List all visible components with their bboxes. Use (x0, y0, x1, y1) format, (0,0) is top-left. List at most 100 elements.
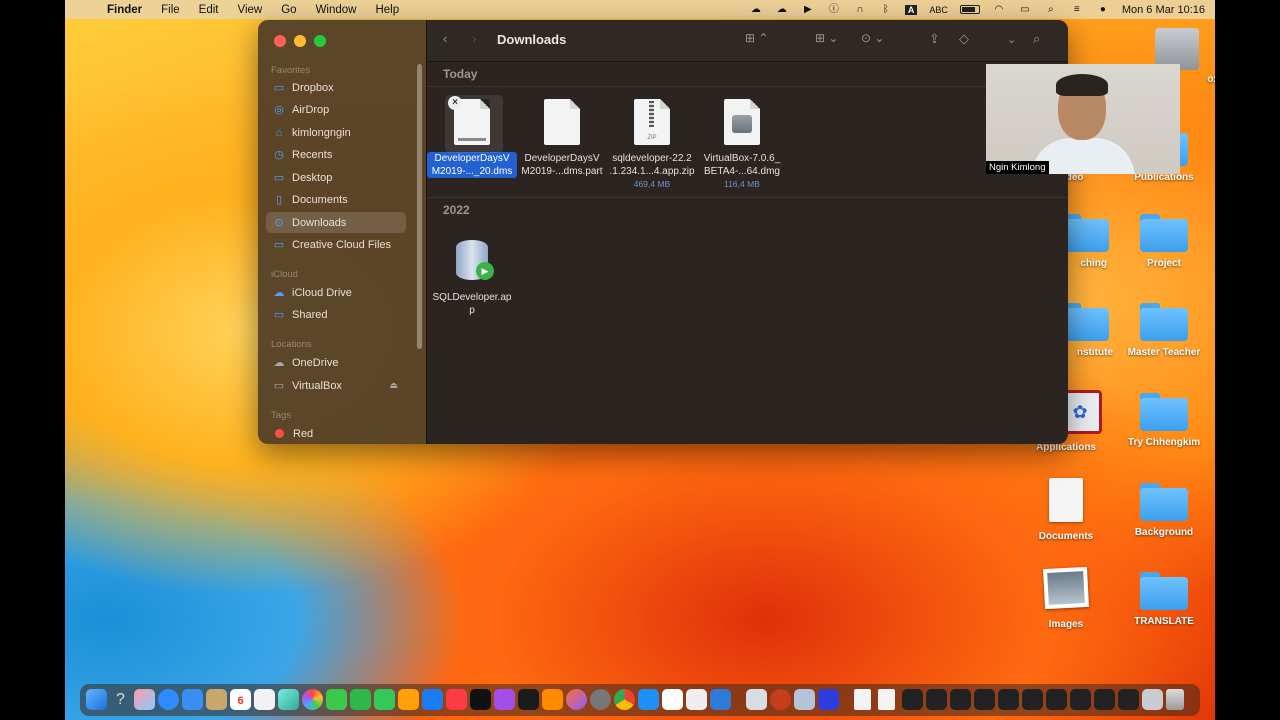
group-by-icon[interactable]: ⊞ ⌄ (815, 31, 838, 45)
chevron-down-icon[interactable]: ⌄ (1007, 33, 1016, 46)
teams-dock-icon[interactable] (710, 689, 731, 710)
search-icon[interactable]: ⌕ (1033, 31, 1040, 47)
minimize-window-button[interactable] (294, 35, 306, 47)
numbers-dock-icon[interactable] (374, 689, 395, 710)
minimized-window-dock-icon[interactable] (1118, 689, 1139, 710)
bluetooth-icon[interactable]: ᛒ (879, 4, 893, 15)
facetime-dock-icon[interactable] (350, 689, 371, 710)
file-item[interactable]: DeveloperDaysV M2019-...dms.part (517, 99, 607, 178)
info-icon[interactable]: ⓘ (827, 4, 841, 15)
desktop-folder-project[interactable]: Project (1118, 214, 1210, 269)
keyboard-layout-icon[interactable]: A (904, 4, 918, 15)
reminders-dock-icon[interactable] (254, 689, 275, 710)
downloads-stack-dock-icon[interactable] (1142, 689, 1163, 710)
tag-icon[interactable]: ◇ (959, 31, 969, 47)
view-mode-icon[interactable]: ⊞ ⌃ (745, 31, 768, 45)
sidebar-item-tag-red[interactable]: Red (266, 423, 406, 444)
mail-dock-icon[interactable] (182, 689, 203, 710)
finder-dock-icon[interactable] (86, 689, 107, 710)
siri-icon[interactable]: ● (1096, 4, 1110, 15)
minimized-window-dock-icon[interactable] (1022, 689, 1043, 710)
eject-icon[interactable]: ⏏ (389, 380, 398, 391)
music-dock-icon[interactable] (446, 689, 467, 710)
menu-app-name[interactable]: Finder (107, 4, 142, 16)
play-icon[interactable]: ▶ (801, 4, 815, 15)
desktop-folder-try-chhengkim[interactable]: Try Chhengkim (1118, 393, 1210, 448)
virtualbox-dock-icon[interactable] (746, 689, 767, 710)
menu-edit[interactable]: Edit (199, 4, 219, 16)
sidebar-item-documents[interactable]: ▯ Documents (266, 189, 406, 210)
calendar-dock-icon[interactable]: 6 (230, 689, 251, 710)
minimized-window-dock-icon[interactable] (974, 689, 995, 710)
menu-view[interactable]: View (238, 4, 263, 16)
file-item[interactable]: ZIP sqldeveloper-22.2.1.234.1...4.app.zi… (607, 99, 697, 189)
sql-developer-dock-icon[interactable] (794, 689, 815, 710)
desktop-folder-master-teacher[interactable]: Master Teacher (1118, 303, 1210, 358)
creative-cloud-icon[interactable]: ☁ (749, 4, 763, 15)
sidebar-item-downloads[interactable]: ⊙ Downloads (266, 212, 406, 233)
clock[interactable]: Mon 6 Mar 10:16 (1122, 4, 1205, 16)
control-center-icon[interactable]: ≡ (1070, 4, 1084, 15)
file-item[interactable]: ▶ SQLDeveloper.ap p (427, 238, 517, 317)
close-window-button[interactable] (274, 35, 286, 47)
notes-dock-icon[interactable] (206, 689, 227, 710)
desktop-folder-background[interactable]: Background (1118, 483, 1210, 538)
menu-help[interactable]: Help (375, 4, 399, 16)
sidebar-item-recents[interactable]: ◷ Recents (266, 144, 406, 165)
sidebar-item-airdrop[interactable]: ◎ AirDrop (266, 99, 406, 120)
sidebar-item-shared[interactable]: ▭ Shared (266, 304, 406, 325)
menu-file[interactable]: File (161, 4, 180, 16)
app-store-dock-icon[interactable] (638, 689, 659, 710)
sidebar-item-icloud-drive[interactable]: ☁ iCloud Drive (266, 282, 406, 303)
input-source-label[interactable]: ABC (929, 5, 948, 15)
display-icon[interactable]: ▭ (1018, 4, 1032, 15)
minimized-window-dock-icon[interactable] (1094, 689, 1115, 710)
minimized-window-dock-icon[interactable] (926, 689, 947, 710)
document-dock-icon[interactable] (878, 689, 895, 710)
sidebar-item-virtualbox[interactable]: ▭ VirtualBox ⏏ (266, 375, 406, 396)
tv-dock-icon[interactable] (470, 689, 491, 710)
sidebar-item-home[interactable]: ⌂ kimlongngin (266, 122, 406, 143)
menu-go[interactable]: Go (281, 4, 296, 16)
sidebar-item-desktop[interactable]: ▭ Desktop (266, 167, 406, 188)
sidebar-item-dropbox[interactable]: ▭ Dropbox (266, 77, 406, 98)
help-dock-icon[interactable]: ? (110, 689, 131, 710)
photos-dock-icon[interactable] (302, 689, 323, 710)
firefox-dock-icon[interactable] (566, 689, 587, 710)
powerpoint-dock-icon[interactable] (770, 689, 791, 710)
minimized-window-dock-icon[interactable] (998, 689, 1019, 710)
desktop-documents[interactable]: Documents (1020, 478, 1112, 542)
trash-dock-icon[interactable] (1166, 689, 1184, 710)
file-item[interactable]: × DeveloperDaysV M2019-..._20.dms (427, 95, 517, 178)
safari-dock-icon[interactable] (158, 689, 179, 710)
sidebar-item-onedrive[interactable]: ☁ OneDrive (266, 352, 406, 373)
maps-dock-icon[interactable] (278, 689, 299, 710)
wifi-icon[interactable]: ◠ (992, 4, 1006, 15)
cancel-download-icon[interactable]: × (448, 96, 462, 110)
minimized-window-dock-icon[interactable] (950, 689, 971, 710)
messages-dock-icon[interactable] (326, 689, 347, 710)
sidebar-scrollbar[interactable] (417, 64, 422, 349)
desktop-images[interactable]: Images (1020, 566, 1112, 630)
keynote-dock-icon[interactable] (422, 689, 443, 710)
battery-icon[interactable] (959, 5, 980, 14)
minimized-window-dock-icon[interactable] (1046, 689, 1067, 710)
minimized-window-dock-icon[interactable] (1070, 689, 1091, 710)
terminal-dock-icon[interactable] (518, 689, 539, 710)
minimized-window-dock-icon[interactable] (902, 689, 923, 710)
cloud-sync-icon[interactable]: ☁ (775, 4, 789, 15)
document-dock-icon[interactable] (854, 689, 871, 710)
preview-dock-icon[interactable] (686, 689, 707, 710)
menu-window[interactable]: Window (316, 4, 357, 16)
share-icon[interactable]: ⇪ (929, 31, 940, 47)
zoom-dock-icon[interactable] (818, 689, 839, 710)
app-dock-icon[interactable] (662, 689, 683, 710)
sidebar-item-creative-cloud-files[interactable]: ▭ Creative Cloud Files (266, 234, 406, 255)
podcasts-dock-icon[interactable] (494, 689, 515, 710)
more-actions-icon[interactable]: ⊙ ⌄ (861, 31, 884, 45)
desktop-folder-translate[interactable]: TRANSLATE (1118, 572, 1210, 627)
pages-dock-icon[interactable] (398, 689, 419, 710)
spotlight-search-icon[interactable]: ⌕ (1044, 4, 1058, 15)
back-button[interactable]: ‹ (443, 31, 447, 46)
zoom-window-button[interactable] (314, 35, 326, 47)
